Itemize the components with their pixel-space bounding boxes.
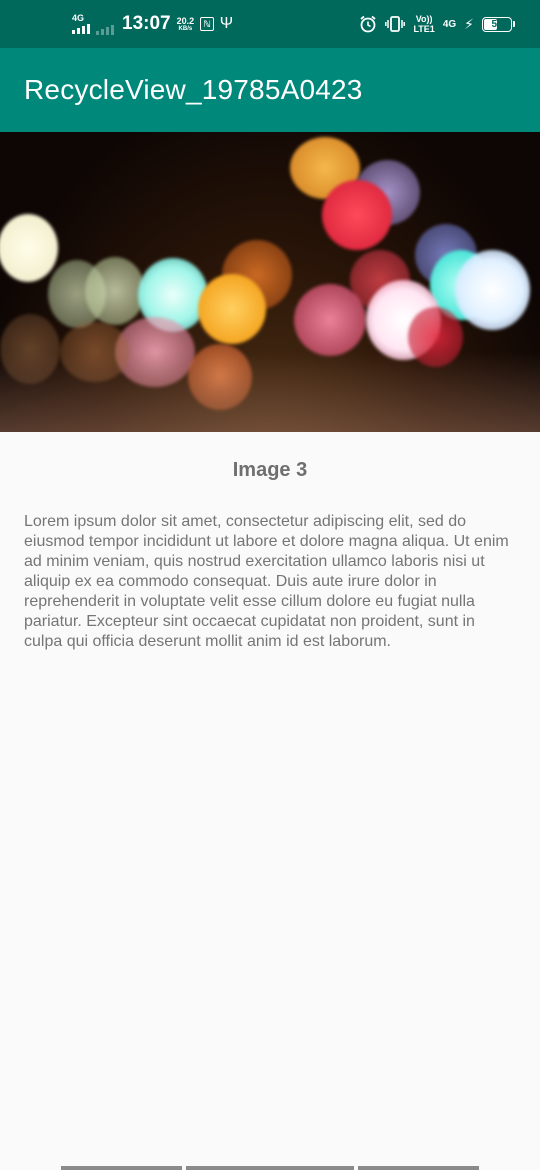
app-title: RecycleView_19785A0423	[24, 74, 363, 105]
battery-level: 51	[491, 18, 503, 30]
vibrate-icon	[385, 16, 406, 32]
item-description: Lorem ipsum dolor sit amet, consectetur …	[24, 513, 509, 650]
volte-top: Vo))	[415, 14, 433, 24]
usb-icon: Ψ	[219, 15, 234, 32]
bokeh-light	[294, 284, 366, 356]
bokeh-light	[322, 180, 392, 250]
bokeh-light	[198, 274, 266, 344]
signal-icon: 4G	[72, 14, 90, 34]
network2-label: 4G	[442, 18, 457, 30]
network-speed: 20.2 KB/s	[177, 16, 195, 33]
charging-icon: ⚡	[464, 15, 474, 32]
status-right: Vo)) LTE1 4G ⚡ 51	[359, 0, 515, 48]
item-image	[0, 132, 540, 432]
volte-bottom: LTE1	[413, 24, 435, 34]
app-bar: RecycleView_19785A0423	[0, 48, 540, 132]
nav-bar-segment	[358, 1166, 479, 1170]
status-bar: 4G 13:07 20.2 KB/s ℕ Ψ Vo)) LTE1 4G ⚡ 51	[0, 0, 540, 48]
signal-bars	[72, 23, 90, 34]
nav-bar-segment	[61, 1166, 182, 1170]
item-caption: Image 3	[232, 459, 308, 481]
notification-icon: ℕ	[200, 17, 214, 31]
network-label: 4G	[72, 13, 85, 23]
speed-value: 20.2	[176, 15, 195, 26]
volte-indicator: Vo)) LTE1	[413, 14, 434, 34]
bokeh-light	[455, 250, 530, 330]
image-floor	[0, 352, 540, 432]
clock: 13:07	[122, 13, 171, 34]
signal-icon-secondary	[96, 24, 114, 35]
alarm-icon	[360, 15, 377, 33]
speed-unit: KB/s	[178, 25, 193, 32]
status-left: 4G 13:07 20.2 KB/s ℕ Ψ	[72, 0, 233, 48]
battery-icon: 51	[482, 16, 515, 32]
bokeh-light	[0, 214, 58, 282]
nav-bar-segment	[186, 1166, 354, 1170]
bokeh-light	[85, 257, 145, 325]
